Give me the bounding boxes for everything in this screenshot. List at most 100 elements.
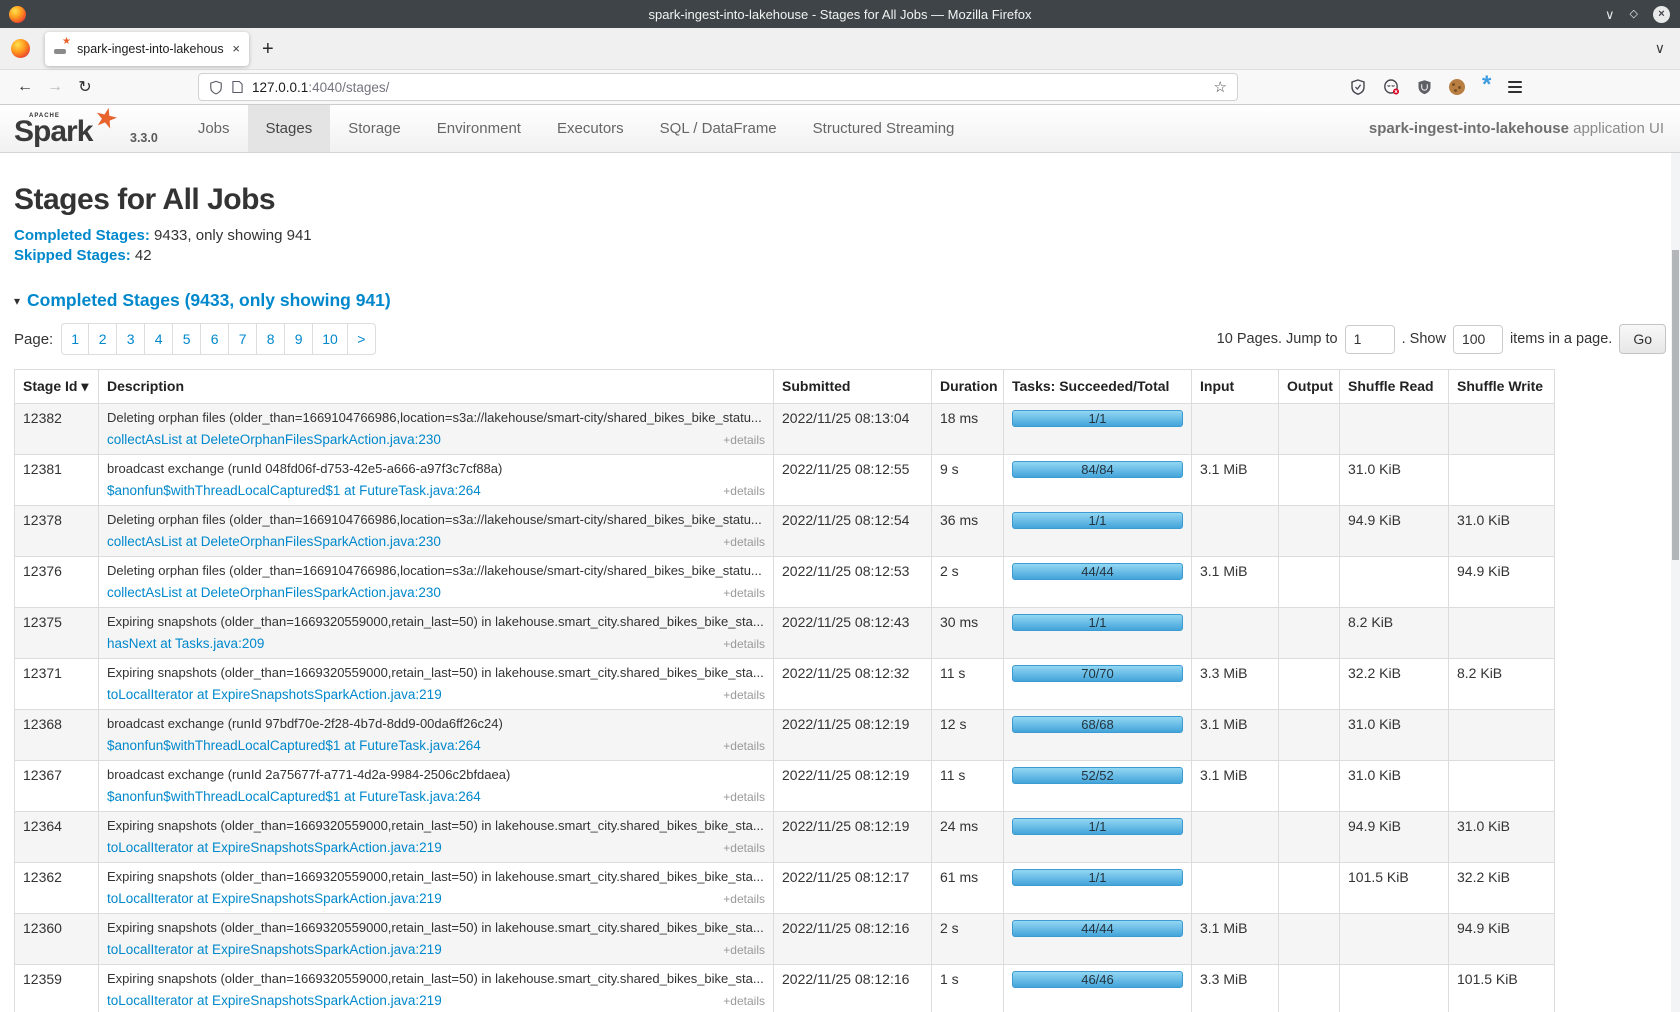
details-toggle[interactable]: +details [723, 993, 765, 1009]
stage-callsite-link[interactable]: toLocalIterator at ExpireSnapshotsSparkA… [107, 687, 442, 703]
collapse-caret-icon: ▾ [14, 294, 20, 308]
page-button-2[interactable]: 2 [89, 323, 117, 355]
tab-close-icon[interactable]: × [232, 42, 240, 55]
nav-item-executors[interactable]: Executors [539, 105, 642, 152]
stage-callsite-link[interactable]: $anonfun$withThreadLocalCaptured$1 at Fu… [107, 483, 481, 499]
nav-item-stages[interactable]: Stages [248, 105, 331, 152]
details-toggle[interactable]: +details [723, 891, 765, 907]
skipped-stages-link[interactable]: Skipped Stages: [14, 247, 131, 264]
page-button-9[interactable]: 9 [285, 323, 313, 355]
tasks-progress-bar: 1/1 [1012, 869, 1183, 886]
shuffle-read-cell: 32.2 KiB [1340, 659, 1449, 710]
description-cell: Expiring snapshots (older_than=166932055… [99, 914, 774, 965]
page-button-6[interactable]: 6 [201, 323, 229, 355]
go-button[interactable]: Go [1619, 324, 1666, 354]
nav-item-structured-streaming[interactable]: Structured Streaming [795, 105, 973, 152]
input-cell [1192, 863, 1279, 914]
tasks-cell: 1/1 [1004, 812, 1192, 863]
stage-callsite-link[interactable]: collectAsList at DeleteOrphanFilesSparkA… [107, 585, 441, 601]
stage-callsite-link[interactable]: collectAsList at DeleteOrphanFilesSparkA… [107, 534, 441, 550]
forward-button[interactable]: → [40, 78, 70, 96]
page-button-7[interactable]: 7 [229, 323, 257, 355]
column-header[interactable]: Description [99, 370, 774, 404]
page-button-10[interactable]: 10 [313, 323, 348, 355]
details-toggle[interactable]: +details [723, 687, 765, 703]
maximize-icon[interactable]: ◇ [1630, 9, 1638, 20]
submitted-cell: 2022/11/25 08:12:32 [774, 659, 932, 710]
details-toggle[interactable]: +details [723, 483, 765, 499]
nav-item-storage[interactable]: Storage [330, 105, 419, 152]
stage-callsite-link[interactable]: collectAsList at DeleteOrphanFilesSparkA… [107, 432, 441, 448]
completed-stages-link[interactable]: Completed Stages: [14, 227, 150, 244]
input-cell [1192, 812, 1279, 863]
scrollbar-thumb[interactable] [1672, 250, 1679, 560]
page-info-icon[interactable] [232, 80, 243, 94]
output-cell [1279, 404, 1340, 455]
browser-tab[interactable]: spark-ingest-into-lakehous × [45, 32, 249, 66]
stage-callsite-link[interactable]: toLocalIterator at ExpireSnapshotsSparkA… [107, 891, 442, 907]
url-bar[interactable]: 127.0.0.1:4040/stages/ ☆ [198, 73, 1238, 101]
details-toggle[interactable]: +details [723, 840, 765, 856]
back-button[interactable]: ← [10, 78, 40, 96]
column-header[interactable]: Stage Id ▾ [15, 370, 99, 404]
completed-stages-section-toggle[interactable]: ▾ Completed Stages (9433, only showing 9… [14, 290, 1666, 311]
table-row: 12382 Deleting orphan files (older_than=… [15, 404, 1555, 455]
reload-button[interactable]: ↻ [70, 77, 100, 97]
column-header[interactable]: Input [1192, 370, 1279, 404]
minimize-icon[interactable]: ∨ [1605, 8, 1615, 21]
shield-permissions-icon[interactable] [209, 80, 223, 95]
page-button-5[interactable]: 5 [173, 323, 201, 355]
cookie-icon[interactable] [1449, 79, 1465, 95]
menu-icon[interactable] [1508, 81, 1522, 93]
duration-cell: 18 ms [932, 404, 1004, 455]
table-row: 12367 broadcast exchange (runId 2a75677f… [15, 761, 1555, 812]
column-header[interactable]: Shuffle Read [1340, 370, 1449, 404]
application-label: spark-ingest-into-lakehouse application … [1369, 120, 1680, 137]
column-header[interactable]: Output [1279, 370, 1340, 404]
page-button-3[interactable]: 3 [117, 323, 145, 355]
new-tab-button[interactable]: + [262, 39, 274, 59]
color-asterisk-icon[interactable]: * [1482, 80, 1491, 94]
column-header[interactable]: Submitted [774, 370, 932, 404]
details-toggle[interactable]: +details [723, 738, 765, 754]
nav-item-environment[interactable]: Environment [419, 105, 539, 152]
spark-logo[interactable]: APACHE Spark ★ [14, 105, 126, 152]
details-toggle[interactable]: +details [723, 789, 765, 805]
stage-callsite-link[interactable]: toLocalIterator at ExpireSnapshotsSparkA… [107, 942, 442, 958]
shield-check-icon[interactable] [1350, 79, 1366, 95]
page-button-8[interactable]: 8 [257, 323, 285, 355]
details-toggle[interactable]: +details [723, 585, 765, 601]
tasks-cell: 70/70 [1004, 659, 1192, 710]
stage-callsite-link[interactable]: toLocalIterator at ExpireSnapshotsSparkA… [107, 993, 442, 1009]
stage-callsite-link[interactable]: $anonfun$withThreadLocalCaptured$1 at Fu… [107, 738, 481, 754]
details-toggle[interactable]: +details [723, 942, 765, 958]
jump-to-page-input[interactable] [1345, 325, 1395, 354]
page-button->[interactable]: > [348, 323, 376, 355]
column-header[interactable]: Shuffle Write [1449, 370, 1555, 404]
window-title: spark-ingest-into-lakehouse - Stages for… [0, 7, 1680, 22]
bookmark-star-icon[interactable]: ☆ [1214, 78, 1227, 96]
ublock-shield-icon[interactable] [1417, 79, 1432, 95]
stage-callsite-link[interactable]: $anonfun$withThreadLocalCaptured$1 at Fu… [107, 789, 481, 805]
list-all-tabs-icon[interactable]: ∨ [1655, 40, 1665, 57]
nav-item-jobs[interactable]: Jobs [180, 105, 248, 152]
close-window-icon[interactable]: × [1653, 6, 1670, 23]
page-button-1[interactable]: 1 [61, 323, 89, 355]
url-toolbar: ← → ↻ 127.0.0.1:4040/stages/ ☆ * [0, 70, 1680, 105]
nav-item-sql-dataframe[interactable]: SQL / DataFrame [642, 105, 795, 152]
shuffle-write-cell: 101.5 KiB [1449, 965, 1555, 1012]
column-header[interactable]: Tasks: Succeeded/Total [1004, 370, 1192, 404]
details-toggle[interactable]: +details [723, 432, 765, 448]
input-cell [1192, 608, 1279, 659]
stage-callsite-link[interactable]: hasNext at Tasks.java:209 [107, 636, 264, 652]
items-per-page-input[interactable] [1453, 325, 1503, 354]
page-button-4[interactable]: 4 [145, 323, 173, 355]
shuffle-write-cell [1449, 710, 1555, 761]
details-toggle[interactable]: +details [723, 636, 765, 652]
mask-icon[interactable] [1383, 79, 1400, 95]
url-host: 127.0.0.1 [252, 80, 308, 95]
column-header[interactable]: Duration [932, 370, 1004, 404]
firefox-view-icon[interactable] [11, 39, 30, 58]
stage-callsite-link[interactable]: toLocalIterator at ExpireSnapshotsSparkA… [107, 840, 442, 856]
details-toggle[interactable]: +details [723, 534, 765, 550]
